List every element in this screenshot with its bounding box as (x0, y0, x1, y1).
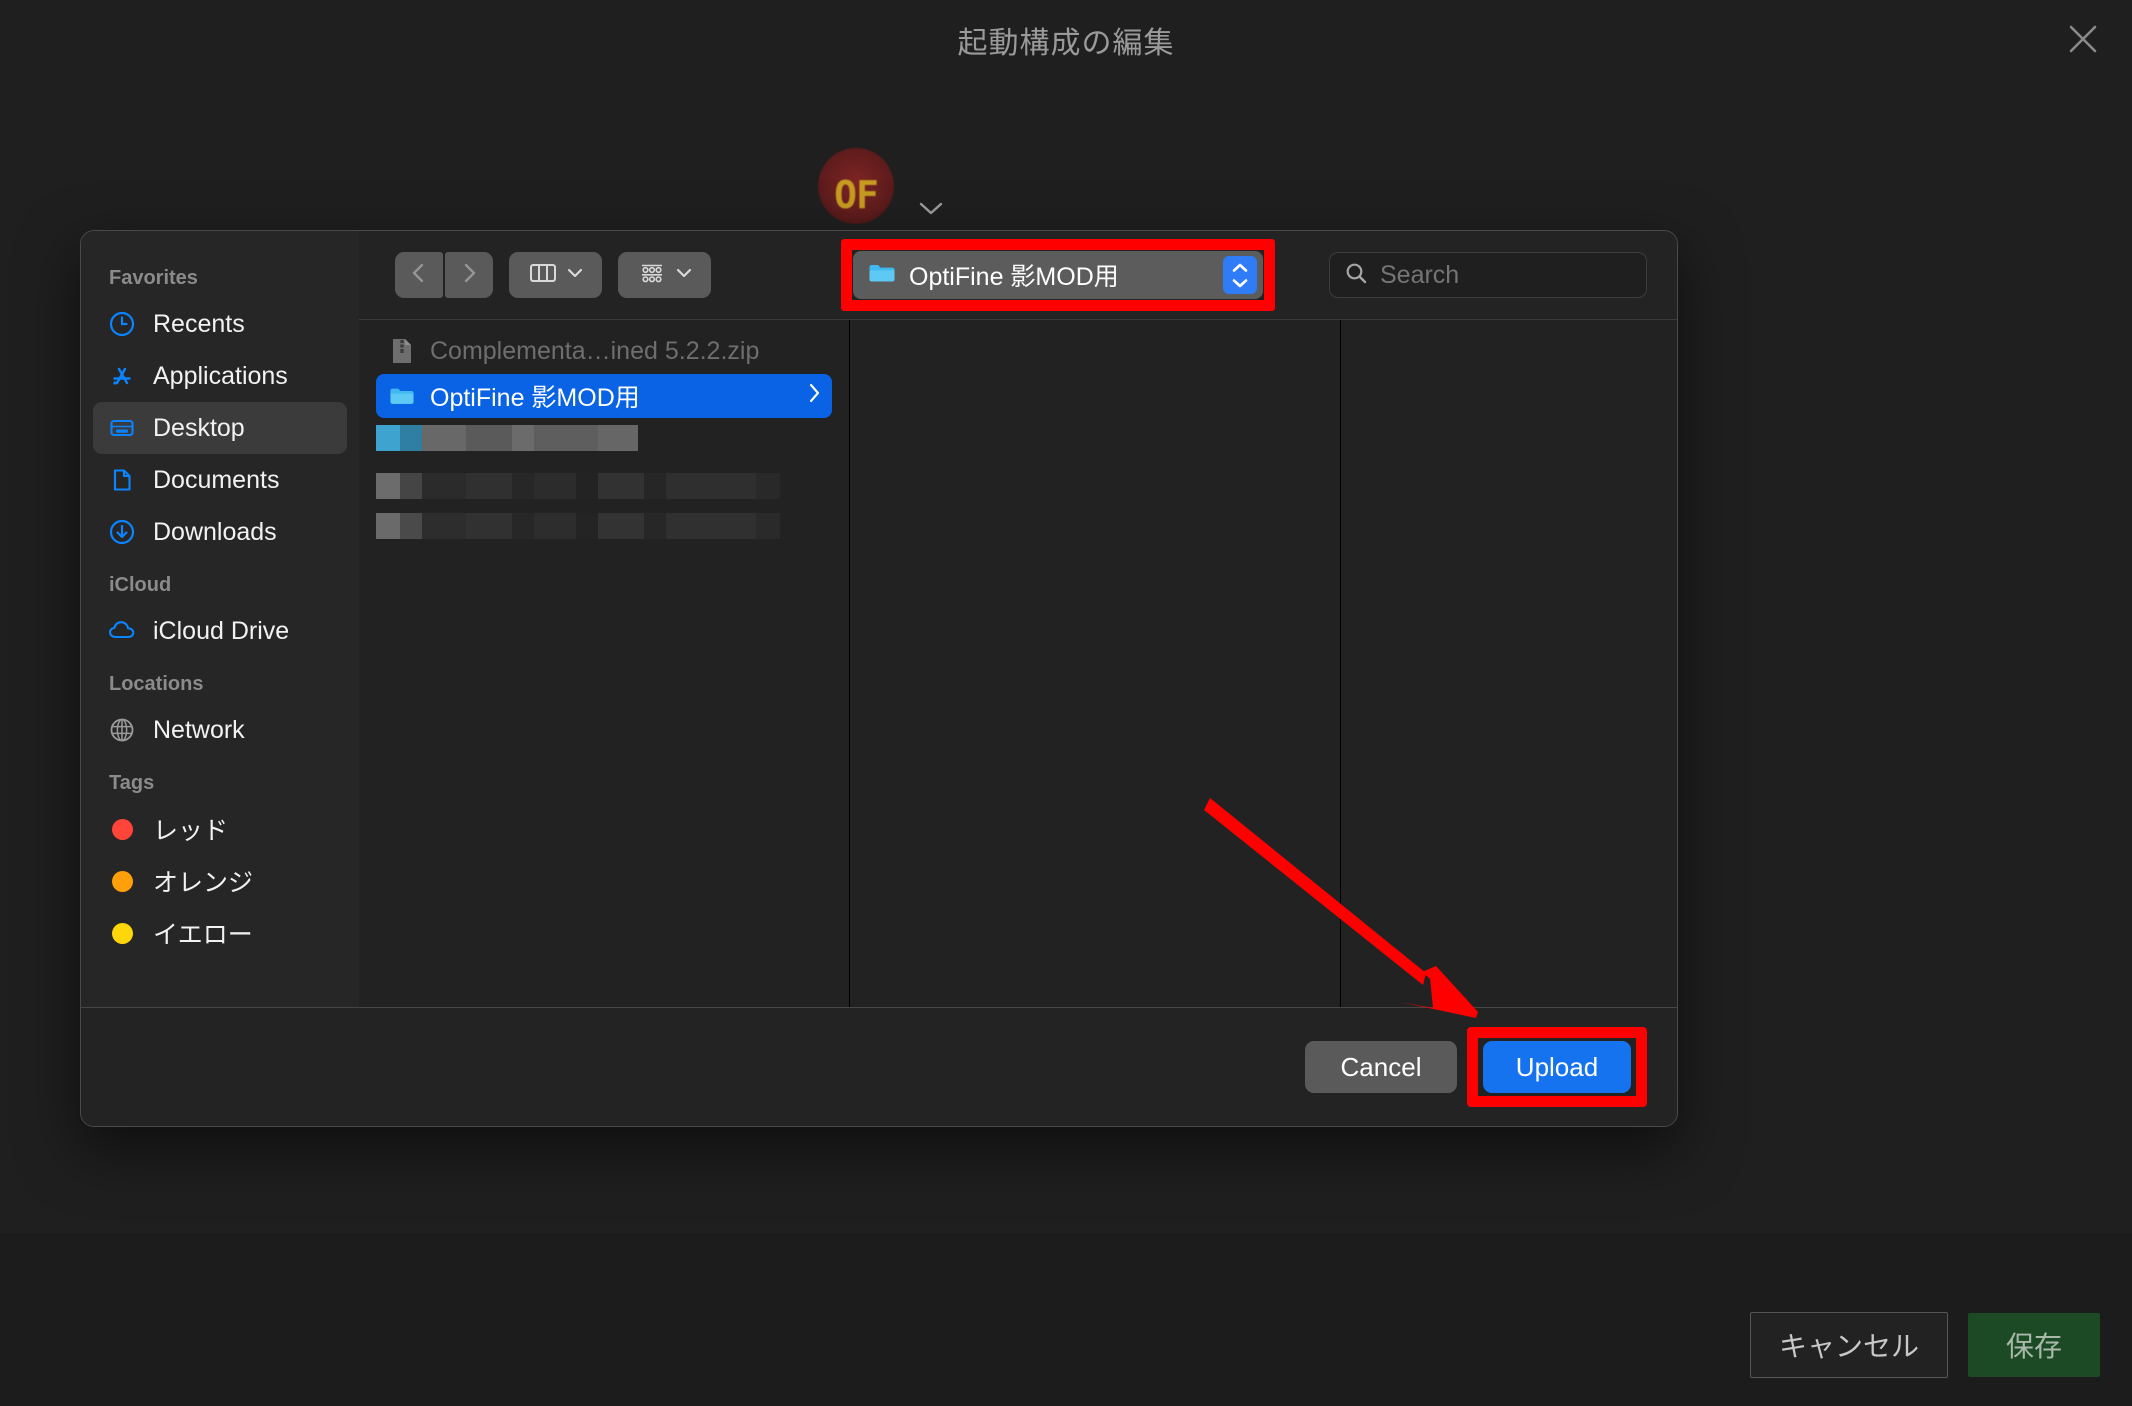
group-by-button[interactable] (618, 252, 711, 298)
clock-icon (107, 309, 137, 339)
search-placeholder: Search (1380, 260, 1460, 289)
upload-highlight-region: Upload (1467, 1027, 1647, 1107)
file-column-1[interactable]: Complementa…ined 5.2.2.zip OptiFine 影MOD… (359, 320, 850, 1007)
sidebar-item-tag-yellow[interactable]: イエロー (93, 907, 347, 959)
chevron-down-icon[interactable] (916, 198, 946, 218)
sidebar-item-network[interactable]: Network (93, 704, 347, 756)
tag-dot-icon (107, 814, 137, 844)
sidebar-group-title-icloud: iCloud (109, 574, 172, 596)
list-item[interactable]: Complementa…ined 5.2.2.zip (376, 329, 832, 373)
search-icon (1344, 261, 1368, 290)
app-cancel-button[interactable]: キャンセル (1750, 1312, 1948, 1378)
sidebar-item-label: Network (153, 715, 245, 744)
chevron-right-icon (458, 261, 480, 290)
view-mode-button[interactable] (509, 252, 602, 298)
forward-button[interactable] (445, 252, 493, 298)
redacted-list-item (376, 513, 832, 539)
sidebar-item-icloud-drive[interactable]: iCloud Drive (93, 605, 347, 657)
chevron-down-icon (566, 266, 584, 285)
column-browser: Complementa…ined 5.2.2.zip OptiFine 影MOD… (359, 319, 1677, 1007)
sidebar-item-label: Documents (153, 465, 280, 494)
app-root: 起動構成の編集 OF Favorites Recents Application… (0, 0, 2132, 1406)
file-picker-dialog: Favorites Recents Applications Desktop D… (80, 230, 1678, 1127)
page-title: 起動構成の編集 (957, 27, 1175, 60)
picker-toolbar: OptiFine 影MOD用 Search (359, 231, 1677, 319)
sidebar-item-label: Recents (153, 309, 245, 338)
tag-dot-icon (107, 866, 137, 896)
app-save-button[interactable]: 保存 (1968, 1313, 2100, 1377)
path-popup-label: OptiFine 影MOD用 (909, 263, 1119, 291)
sidebar-item-tag-orange[interactable]: オレンジ (93, 855, 347, 907)
group-view-icon (637, 260, 667, 291)
file-column-2[interactable] (850, 320, 1341, 1007)
close-icon[interactable] (2060, 16, 2106, 62)
search-input[interactable]: Search (1329, 252, 1647, 298)
list-item[interactable]: OptiFine 影MOD用 (376, 374, 832, 418)
sidebar-item-label: iCloud Drive (153, 616, 290, 645)
tag-dot-icon (107, 918, 137, 948)
sidebar-item-label: Applications (153, 361, 288, 390)
sidebar-group-title-favorites: Favorites (109, 267, 198, 289)
path-popup-highlight-region: OptiFine 影MOD用 (841, 239, 1275, 311)
upload-button[interactable]: Upload (1483, 1041, 1631, 1093)
sidebar-item-label: レッド (153, 817, 229, 845)
avatar-label: OF (834, 173, 879, 217)
sidebar-item-desktop[interactable]: Desktop (93, 402, 347, 454)
globe-icon (107, 715, 137, 745)
document-icon (107, 465, 137, 495)
desktop-icon (107, 413, 137, 443)
dialog-action-bar: キャンセル 保存 (1750, 1312, 2100, 1378)
chevron-left-icon (408, 261, 430, 290)
sidebar-item-applications[interactable]: Applications (93, 350, 347, 402)
sidebar-group-title-tags: Tags (109, 772, 155, 794)
file-name: OptiFine 影MOD用 (430, 384, 640, 412)
stepper-updown-icon[interactable] (1223, 256, 1257, 294)
folder-icon (867, 260, 897, 291)
chevron-down-icon (675, 266, 693, 285)
sidebar-item-label: オレンジ (153, 869, 254, 897)
sidebar-item-downloads[interactable]: Downloads (93, 506, 347, 558)
sidebar-group-title-locations: Locations (109, 673, 204, 695)
applications-icon (107, 361, 137, 391)
cloud-icon (107, 616, 137, 646)
sidebar-item-label: Downloads (153, 517, 277, 546)
sidebar-item-label: イエロー (153, 921, 253, 949)
redacted-list-item (376, 425, 832, 451)
sidebar-item-recents[interactable]: Recents (93, 298, 347, 350)
sidebar: Favorites Recents Applications Desktop D… (81, 231, 359, 1007)
sidebar-item-documents[interactable]: Documents (93, 454, 347, 506)
redacted-list-item (376, 473, 832, 499)
cancel-button[interactable]: Cancel (1305, 1041, 1457, 1093)
sidebar-item-tag-red[interactable]: レッド (93, 803, 347, 855)
picker-footer: Cancel Upload (81, 1007, 1677, 1126)
sidebar-item-label: Desktop (153, 413, 245, 442)
folder-icon (388, 384, 416, 408)
file-column-3[interactable] (1341, 320, 1677, 1007)
optifine-profile-avatar: OF (818, 148, 894, 224)
column-view-icon (528, 260, 558, 291)
chevron-right-icon (806, 382, 822, 411)
download-icon (107, 517, 137, 547)
path-popup-button[interactable]: OptiFine 影MOD用 (853, 251, 1263, 299)
back-button[interactable] (395, 252, 443, 298)
picker-main: OptiFine 影MOD用 Search Complementa…ined 5… (359, 231, 1677, 1007)
file-name: Complementa…ined 5.2.2.zip (430, 336, 760, 365)
zip-file-icon (388, 337, 416, 365)
